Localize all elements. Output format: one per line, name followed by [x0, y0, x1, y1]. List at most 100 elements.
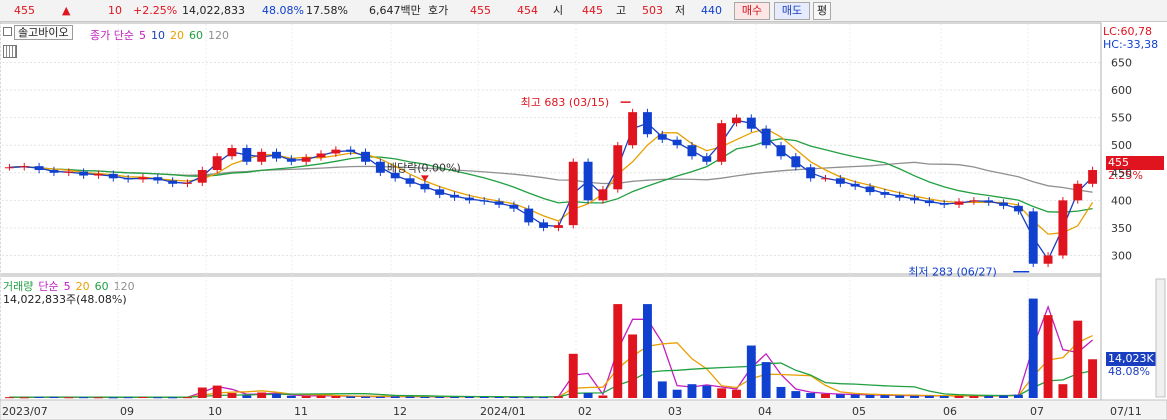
candle-body — [702, 156, 712, 162]
candle-body — [79, 171, 89, 176]
candle-body — [361, 151, 370, 162]
volume-ma60-line — [9, 362, 1093, 398]
candle-body — [93, 173, 103, 176]
volume-bar — [108, 397, 118, 399]
volume-bar — [123, 397, 133, 399]
x-tick-label: 2024/01 — [480, 405, 526, 418]
candle-body — [435, 189, 445, 195]
volume-panel-frame — [0, 275, 1102, 401]
volume-bar — [613, 304, 623, 398]
volume-bar — [479, 396, 489, 398]
candle-body — [628, 112, 638, 146]
price-tick-label: 400 — [1111, 194, 1132, 207]
price-tick-label: 450 — [1111, 167, 1132, 180]
volume-bar — [806, 393, 816, 398]
candle-body — [821, 178, 830, 180]
candle-body — [939, 203, 949, 205]
candle-body — [405, 178, 415, 184]
volume-bar — [880, 395, 890, 398]
volume-bar — [732, 389, 741, 398]
x-tick-label: 05 — [852, 405, 866, 418]
volume-bar — [93, 397, 103, 399]
volume-bar — [702, 385, 712, 398]
volume-bar — [776, 386, 786, 398]
volume-bar — [1043, 315, 1053, 398]
volume-bar — [1028, 298, 1038, 398]
candle-body — [969, 200, 979, 202]
volume-bar — [791, 391, 801, 398]
candle-body — [34, 166, 44, 171]
volume-bar — [628, 334, 638, 398]
volume-bar — [583, 393, 593, 398]
volume-bar — [835, 394, 845, 398]
volume-bar — [331, 396, 341, 398]
candle-body — [509, 204, 519, 209]
volume-bar — [272, 393, 281, 398]
candle-body — [212, 156, 222, 171]
price-tick-label: 500 — [1111, 139, 1132, 152]
x-tick-label: 07/11 — [1110, 405, 1142, 418]
candle-body — [4, 167, 14, 169]
x-tick-label: 06 — [943, 405, 957, 418]
candle-body — [761, 128, 771, 146]
volume-bar — [1088, 359, 1098, 398]
volume-ma20-line — [9, 335, 1093, 398]
candle-body — [1058, 200, 1068, 256]
volume-bar — [539, 397, 549, 399]
candle-body — [835, 178, 845, 184]
candle-body — [895, 194, 905, 198]
volume-bar — [821, 393, 830, 398]
volume-bar — [657, 381, 667, 398]
candle-body — [865, 186, 875, 193]
volume-bar — [375, 396, 385, 398]
volume-bar — [850, 394, 860, 398]
x-tick-label: 02 — [578, 405, 592, 418]
volume-bar — [153, 397, 163, 399]
candle-body — [687, 145, 697, 157]
price-tick-label: 300 — [1111, 249, 1132, 262]
candle-body — [49, 170, 59, 173]
candle-body — [732, 117, 741, 124]
volume-bar — [227, 393, 237, 398]
volume-bar — [390, 396, 400, 398]
volume-bar — [939, 396, 949, 398]
candle-body — [183, 182, 192, 184]
x-tick-label: 12 — [393, 405, 407, 418]
candle-body — [1073, 183, 1083, 201]
candle-body — [168, 180, 178, 184]
candle-body — [450, 194, 460, 198]
candle-body — [1043, 255, 1053, 264]
candle-body — [138, 177, 148, 180]
volume-bar — [717, 388, 727, 398]
candle-body — [880, 192, 890, 195]
price-tick-label: 350 — [1111, 222, 1132, 235]
candle-body — [717, 123, 727, 162]
volume-bar — [1073, 320, 1083, 398]
volume-bar — [405, 396, 415, 398]
volume-bar — [524, 397, 534, 399]
x-tick-label: 07 — [1030, 405, 1044, 418]
ma10-line — [9, 119, 1094, 261]
candle-body — [375, 161, 385, 173]
volume-bar — [1058, 384, 1068, 398]
volume-bar — [509, 397, 519, 399]
candle-body — [613, 145, 623, 190]
volume-bar — [672, 389, 682, 398]
volume-bar — [895, 395, 905, 398]
volume-bar — [746, 345, 756, 398]
candle-body — [420, 183, 430, 190]
volume-bar — [301, 396, 311, 398]
x-tick-label: 11 — [294, 405, 308, 418]
candle-body — [227, 147, 237, 157]
x-tick-label: 04 — [758, 405, 772, 418]
candle-body — [272, 151, 281, 159]
candle-body — [850, 183, 860, 187]
stock-chart[interactable]: 65060055050045040035030040,000K30,000K20… — [0, 0, 1167, 420]
candle-body — [108, 173, 118, 179]
volume-bar — [642, 304, 652, 398]
candle-body — [954, 201, 964, 205]
volume-bar — [34, 396, 44, 398]
volume-bar — [257, 392, 267, 398]
candle-body — [197, 170, 207, 183]
candle-body — [568, 161, 578, 226]
